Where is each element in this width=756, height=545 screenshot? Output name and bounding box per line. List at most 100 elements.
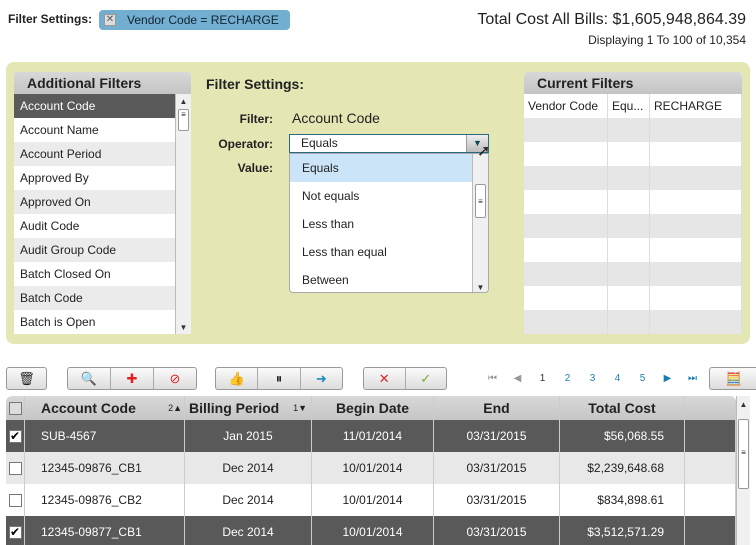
hold-icon[interactable]: ⏸: [258, 368, 301, 389]
filter-option[interactable]: Account Code: [14, 94, 175, 118]
operator-option[interactable]: Equals: [290, 154, 473, 182]
filler-cell: [685, 452, 736, 484]
first-page-icon[interactable]: ⏮: [480, 373, 505, 384]
filler-cell: [685, 516, 736, 545]
toolbar-group-1: 🔍 ✚ ⊘: [67, 367, 197, 390]
row-checkbox[interactable]: [8, 493, 22, 507]
scrollbar[interactable]: ▲ ≡ ▼: [175, 94, 191, 334]
operator-option[interactable]: Less than equal: [290, 238, 473, 266]
current-filter-row: [524, 190, 742, 214]
filter-cell: [650, 190, 742, 214]
table-row[interactable]: ✔ SUB-4567 Jan 2015 11/01/2014 03/31/2015 $56…: [6, 420, 736, 452]
filter-cell: [650, 238, 742, 262]
grid-scrollbar[interactable]: ▲ ≡: [736, 396, 750, 545]
reject-icon[interactable]: ✕: [364, 368, 406, 389]
forward-icon[interactable]: ➜: [301, 368, 342, 389]
delete-button[interactable]: 🗑: [6, 367, 47, 390]
filter-option[interactable]: Account Name: [14, 118, 175, 142]
header-label: Billing Period: [189, 400, 280, 416]
operator-label: Operator:: [218, 137, 273, 151]
scroll-thumb[interactable]: ≡: [178, 109, 189, 131]
billing-period-cell: Dec 2014: [185, 452, 312, 484]
begin-date-cell: 10/01/2014: [312, 484, 434, 516]
search-folder-icon[interactable]: 🔍: [68, 368, 111, 389]
filter-option[interactable]: Approved By: [14, 166, 175, 190]
row-checkbox[interactable]: [8, 461, 22, 475]
header-account-code[interactable]: Account Code 2▲: [25, 396, 185, 420]
filter-settings-title: Filter Settings:: [206, 76, 305, 92]
approve-icon[interactable]: 👍: [216, 368, 259, 389]
filter-cell: [650, 142, 742, 166]
end-date-cell: 03/31/2015: [434, 420, 560, 452]
filter-cell: [608, 310, 650, 334]
page-link-4[interactable]: 4: [605, 373, 630, 384]
filter-option[interactable]: Audit Code: [14, 214, 175, 238]
filter-option[interactable]: Batch is Open: [14, 310, 175, 334]
filter-cell: [608, 214, 650, 238]
filter-cell: [650, 310, 742, 334]
operator-option[interactable]: Not equals: [290, 182, 473, 210]
export-button[interactable]: 🧮: [709, 367, 756, 390]
remove-filter-icon[interactable]: ✕: [104, 14, 116, 26]
prev-page-icon[interactable]: ◀: [505, 373, 530, 384]
select-all-checkbox[interactable]: [8, 401, 22, 415]
scroll-up-icon[interactable]: ▲: [176, 97, 191, 106]
filter-cell: [608, 238, 650, 262]
filter-option[interactable]: Approved On: [14, 190, 175, 214]
void-bill-icon[interactable]: ⊘: [154, 368, 196, 389]
filter-option[interactable]: Audit Group Code: [14, 238, 175, 262]
accept-icon[interactable]: ✓: [406, 368, 447, 389]
header-end[interactable]: End: [434, 396, 560, 420]
scroll-thumb[interactable]: ≡: [475, 184, 486, 218]
scroll-thumb[interactable]: ≡: [738, 419, 749, 489]
operator-option[interactable]: Less than: [290, 210, 473, 238]
page-link-3[interactable]: 3: [580, 373, 605, 384]
header-total-cost[interactable]: Total Cost: [560, 396, 685, 420]
filter-cell: [650, 214, 742, 238]
grid-header: Account Code 2▲ Billing Period 1▼ Begin Da…: [6, 396, 736, 420]
filler-cell: [685, 484, 736, 516]
account-code-cell: 12345-09877_CB1: [25, 516, 185, 545]
current-filter-row[interactable]: Vendor Code Equ... RECHARGE: [524, 94, 742, 118]
dropdown-scrollbar[interactable]: ≡ ▼: [472, 154, 488, 292]
add-bill-icon[interactable]: ✚: [111, 368, 154, 389]
additional-filters-title: Additional Filters: [14, 72, 191, 94]
filter-cell: Equ...: [608, 94, 650, 118]
last-page-icon[interactable]: ⏭: [680, 373, 705, 384]
table-row[interactable]: 12345-09876_CB2 Dec 2014 10/01/2014 03/31/2…: [6, 484, 736, 516]
end-date-cell: 03/31/2015: [434, 516, 560, 545]
filter-option[interactable]: Batch Code: [14, 286, 175, 310]
scroll-down-icon[interactable]: ▼: [176, 323, 191, 332]
chip-text: Vendor Code = RECHARGE: [127, 13, 279, 27]
filter-cell: [650, 262, 742, 286]
filter-label: Filter:: [239, 112, 273, 126]
end-date-cell: 03/31/2015: [434, 484, 560, 516]
operator-option[interactable]: Between: [290, 266, 473, 292]
next-page-icon[interactable]: ▶: [655, 373, 680, 384]
row-checkbox[interactable]: ✔: [8, 429, 22, 443]
header-begin-date[interactable]: Begin Date: [312, 396, 434, 420]
scroll-up-icon[interactable]: ▲: [737, 400, 750, 409]
current-filter-row: [524, 262, 742, 286]
header-billing-period[interactable]: Billing Period 1▼: [185, 396, 312, 420]
filter-cell: [524, 238, 608, 262]
filter-option[interactable]: Batch Closed On: [14, 262, 175, 286]
page-link-1[interactable]: 1: [530, 373, 555, 384]
operator-select[interactable]: Equals ▼: [289, 134, 489, 153]
active-filter-chip[interactable]: ✕ Vendor Code = RECHARGE: [99, 10, 290, 30]
table-row[interactable]: ✔ 12345-09877_CB1 Dec 2014 10/01/2014 03/31/…: [6, 516, 736, 545]
filter-value: Account Code: [292, 110, 380, 126]
table-row[interactable]: 12345-09876_CB1 Dec 2014 10/01/2014 03/31/2…: [6, 452, 736, 484]
value-label: Value:: [237, 161, 273, 175]
page-link-5[interactable]: 5: [630, 373, 655, 384]
scroll-down-icon[interactable]: ▼: [473, 283, 488, 292]
filter-option[interactable]: Account Period: [14, 142, 175, 166]
filter-cell: [524, 190, 608, 214]
checkbox-cell: ✔: [6, 420, 25, 452]
filler-cell: [685, 420, 736, 452]
page-link-2[interactable]: 2: [555, 373, 580, 384]
current-filters-list: Current Filters Vendor Code Equ... RECHARG…: [524, 72, 742, 334]
row-checkbox[interactable]: ✔: [8, 525, 22, 539]
account-code-cell: 12345-09876_CB2: [25, 484, 185, 516]
checkbox-cell: [6, 484, 25, 516]
